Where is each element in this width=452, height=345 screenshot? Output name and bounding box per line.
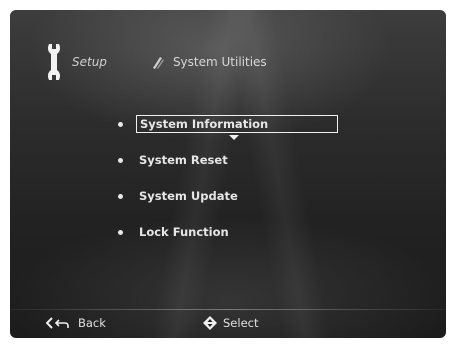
menu-item-label: System Reset (139, 153, 228, 167)
menu-item-lock-function[interactable]: Lock Function (118, 222, 352, 242)
header: Setup System Utilities (44, 42, 267, 82)
down-arrow-icon (229, 135, 239, 140)
menu-item-label: Lock Function (139, 225, 229, 239)
bullet-icon (118, 121, 123, 127)
back-icon (46, 317, 69, 329)
wrench-icon (47, 44, 61, 80)
select-button[interactable]: Select (203, 316, 258, 330)
menu-item-label-wrap: System Update (136, 187, 238, 205)
menu-item-label-wrap: System Reset (136, 151, 228, 169)
select-label: Select (223, 316, 259, 330)
menu-item-system-information[interactable]: System Information (118, 114, 352, 140)
menu-item-label: System Update (139, 189, 238, 203)
menu-item-label: System Information (140, 117, 269, 131)
back-label: Back (78, 316, 106, 330)
tools-icon (152, 57, 164, 69)
utilities-screen: Setup System Utilities System Informatio… (10, 10, 446, 338)
bullet-icon (118, 229, 123, 235)
footer-divider (10, 309, 446, 310)
menu-item-system-reset[interactable]: System Reset (118, 150, 352, 170)
bullet-icon (118, 157, 123, 163)
back-button[interactable]: Back (46, 316, 106, 330)
bullet-icon (118, 193, 123, 199)
page-title: System Utilities (172, 55, 267, 69)
footer: Back Select (10, 312, 446, 334)
selection-highlight: System Information (136, 115, 338, 140)
menu-item-label-wrap: Lock Function (136, 223, 229, 241)
menu-item-system-update[interactable]: System Update (118, 186, 352, 206)
section-label: Setup (72, 55, 107, 69)
dpad-icon (203, 316, 217, 330)
